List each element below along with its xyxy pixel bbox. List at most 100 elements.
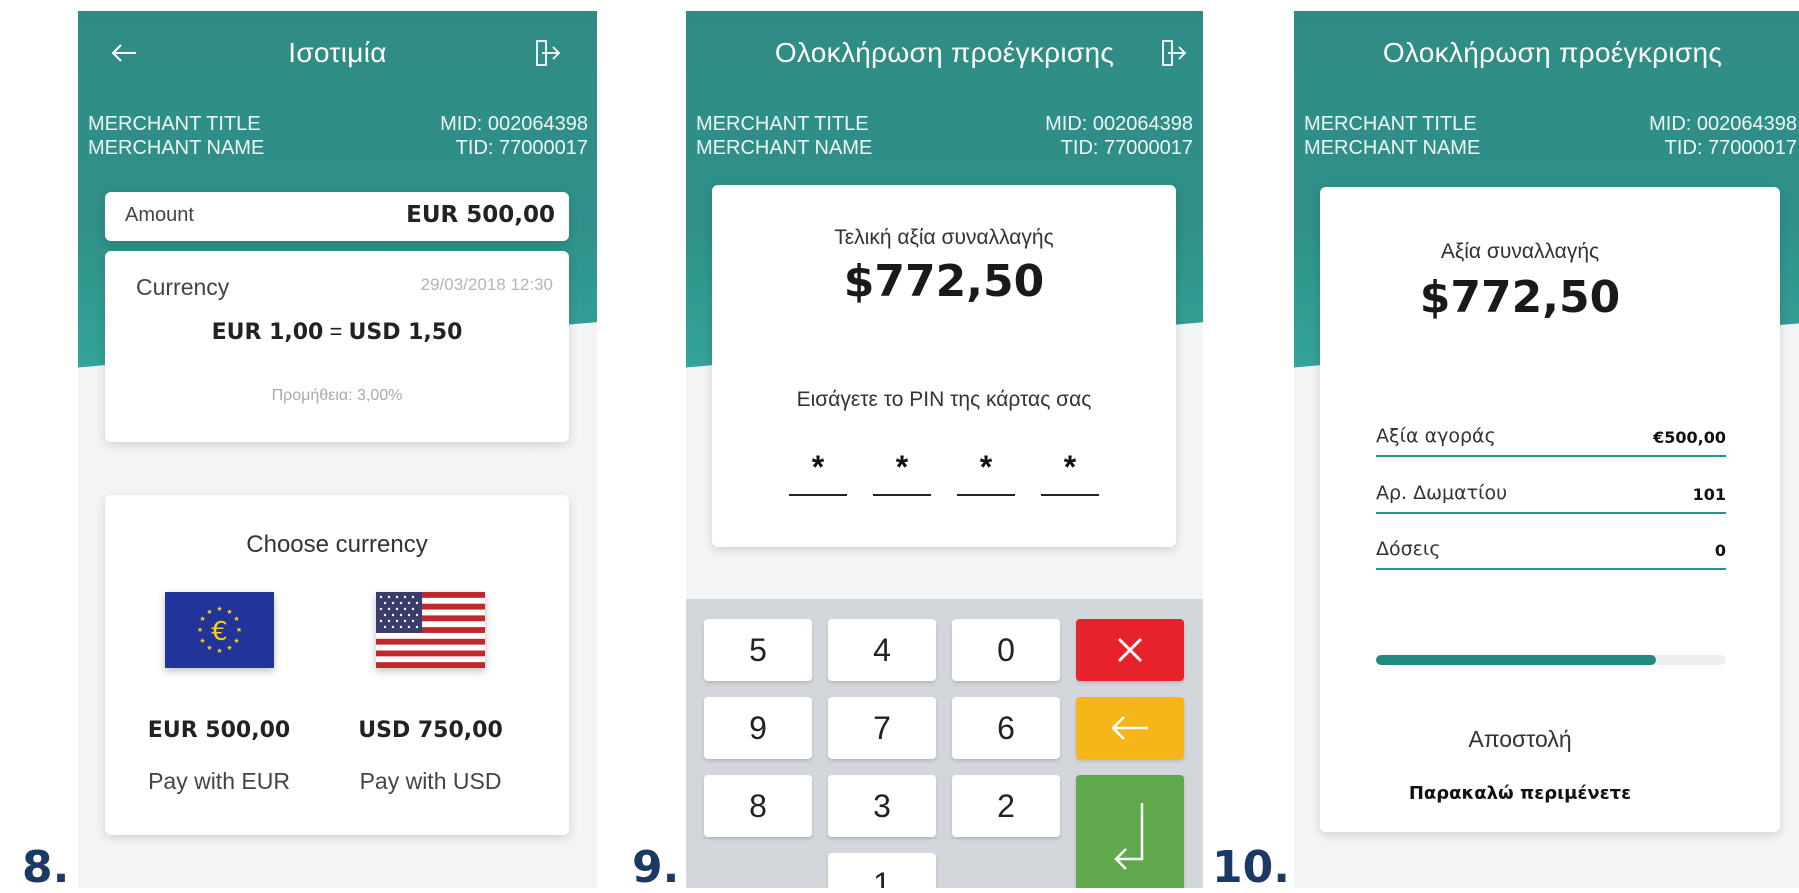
key-9[interactable]: 9 [704,697,812,759]
page-title: Ολοκλήρωση προέγκρισης [1382,37,1723,68]
key-1[interactable]: 1 [828,853,936,888]
wait-message: Παρακαλώ περιμένετε [1408,783,1632,804]
currency-rate-card: Currency 29/03/2018 12:30 EUR 1,00 = USD… [105,251,569,442]
detail-underline [1376,512,1726,514]
key-5[interactable]: 5 [704,619,812,681]
pin-digit-1: * [811,449,825,485]
pin-digit-2: * [895,449,909,485]
usd-amount: USD 750,00 [358,718,503,743]
status-text: Αποστολή [1468,726,1572,752]
mid-label: MID: 002064398 [1649,113,1797,135]
key-4[interactable]: 4 [828,619,936,681]
progress-fill [1376,655,1656,665]
us-flag-icon[interactable] [376,592,485,668]
transaction-value-label: Αξία συναλλαγής [1440,240,1600,263]
enter-icon [1114,803,1144,870]
svg-text:★: ★ [236,626,242,634]
key-7[interactable]: 7 [828,697,936,759]
amount-label: Amount [125,204,194,226]
exit-icon[interactable] [533,38,563,68]
rate-datetime: 29/03/2018 12:30 [420,275,553,294]
step-number-9: 9. [632,842,680,893]
exit-icon[interactable] [1159,38,1189,68]
svg-text:★: ★ [226,608,232,616]
svg-text:★: ★ [199,637,205,645]
tid-label: TID: 77000017 [1060,137,1193,159]
pay-usd-option[interactable]: USD 750,00 Pay with USD [343,585,518,815]
merchant-title: MERCHANT TITLE [88,113,261,135]
pin-underline-1 [789,494,847,496]
rate-equals: = [329,319,343,344]
merchant-info: MERCHANT TITLE MERCHANT NAME [1304,112,1480,160]
exchange-rate: EUR 1,00 = USD 1,50 [105,319,569,345]
merchant-name: MERCHANT NAME [88,137,265,159]
top-bar: Ολοκλήρωση προέγκρισης [1294,33,1799,73]
choose-currency-label: Choose currency [246,531,428,558]
final-amount: $772,50 [843,256,1045,307]
progress-track [1376,655,1726,665]
top-bar: Ολοκλήρωση προέγκρισης [686,33,1203,73]
back-arrow-icon[interactable] [108,37,140,69]
svg-text:★: ★ [197,626,203,634]
amount-card: Amount EUR 500,00 [105,192,569,241]
amount-value: EUR 500,00 [406,202,555,228]
eur-amount: EUR 500,00 [147,718,291,743]
transaction-card: Αξία συναλλαγής $772,50 Αξία αγοράς €500… [1320,187,1780,832]
commission-text: Προμήθεια: 3,00% [271,387,403,404]
mid-label: MID: 002064398 [440,113,588,135]
terminal-info: MID: 002064398 TID: 77000017 [1018,112,1193,160]
svg-text:★: ★ [216,605,222,613]
detail-value: €500,00 [1653,428,1726,447]
pin-digit-4: * [1063,449,1077,485]
pin-card: Τελική αξία συναλλαγής $772,50 Εισάγετε … [712,185,1176,547]
key-3[interactable]: 3 [828,775,936,837]
detail-row-installments: Δόσεις 0 [1376,535,1726,575]
merchant-title: MERCHANT TITLE [1304,113,1477,135]
detail-value: 0 [1714,541,1726,560]
pay-with-usd-label: Pay with USD [359,768,502,794]
tid-label: TID: 77000017 [1664,137,1797,159]
pin-digit-3: * [979,449,993,485]
screen-processing: Ολοκλήρωση προέγκρισης MERCHANT TITLE ME… [1294,11,1799,888]
merchant-name: MERCHANT NAME [1304,137,1481,159]
pin-keypad: 5 4 0 9 7 6 8 3 2 1 [686,599,1203,888]
svg-text:★: ★ [206,608,212,616]
merchant-info: MERCHANT TITLE MERCHANT NAME [88,112,264,160]
cancel-key[interactable] [1076,619,1184,681]
rate-to: USD 1,50 [348,320,463,345]
close-icon [1117,637,1143,663]
pay-eur-option[interactable]: ★ ★ ★ ★ ★ ★ ★ ★ ★ ★ ★ ★ € EUR 500,00 Pay with EU… [139,585,299,815]
key-2[interactable]: 2 [952,775,1060,837]
backspace-arrow-icon [1111,716,1148,740]
currency-label: Currency [136,274,230,300]
step-number-10: 10. [1212,842,1290,893]
page-title: Ισοτιμία [288,37,387,68]
rate-from: EUR 1,00 [211,320,324,345]
key-8[interactable]: 8 [704,775,812,837]
pin-field[interactable]: * * * * [789,449,1099,499]
eu-flag-icon[interactable]: ★ ★★ ★★★ ★★★ ★★★ € [165,592,274,668]
svg-text:€: € [211,617,228,647]
pay-with-eur-label: Pay with EUR [148,768,290,794]
merchant-name: MERCHANT NAME [696,137,873,159]
pin-underline-4 [1041,494,1099,496]
pin-prompt: Εισάγετε το PIN της κάρτας σας [796,388,1092,411]
mid-label: MID: 002064398 [1045,113,1193,135]
key-6[interactable]: 6 [952,697,1060,759]
detail-row-purchase: Αξία αγοράς €500,00 [1376,422,1726,462]
svg-text:★: ★ [216,647,222,655]
svg-text:★: ★ [233,637,239,645]
screen-pin-entry: Ολοκλήρωση προέγκρισης MERCHANT TITLE ME… [686,11,1203,888]
backspace-key[interactable] [1076,697,1184,759]
enter-key[interactable] [1076,775,1184,888]
detail-label: Δόσεις [1376,538,1441,560]
detail-row-room: Αρ. Δωματίου 101 [1376,479,1726,519]
merchant-title: MERCHANT TITLE [696,113,869,135]
terminal-info: MID: 002064398 TID: 77000017 [413,112,588,160]
svg-text:★: ★ [199,615,205,623]
merchant-info: MERCHANT TITLE MERCHANT NAME [696,112,872,160]
detail-label: Αρ. Δωματίου [1376,482,1508,504]
final-amount-label: Τελική αξία συναλλαγής [834,226,1054,249]
detail-label: Αξία αγοράς [1376,425,1496,447]
key-0[interactable]: 0 [952,619,1060,681]
